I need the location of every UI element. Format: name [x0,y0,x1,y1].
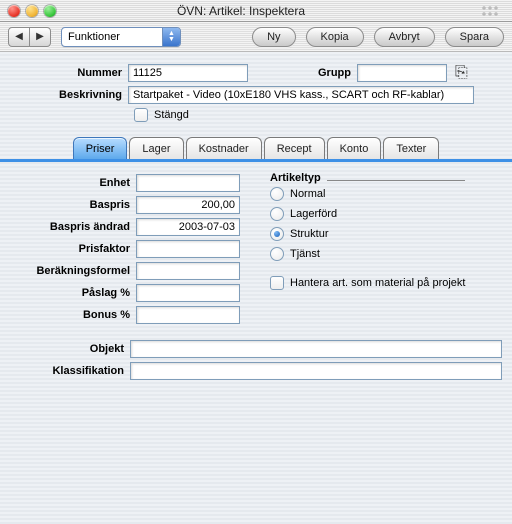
tab-priser-label: Priser [86,143,115,155]
prisfaktor-field[interactable] [136,240,240,258]
radio-icon [270,187,284,201]
radio-tjanst[interactable]: Tjänst [270,244,465,264]
radio-struktur-label: Struktur [290,228,329,240]
radio-icon [270,207,284,221]
prisfaktor-label: Prisfaktor [6,243,136,255]
nav-back-button[interactable]: ◀ [8,27,30,47]
stangd-label: Stängd [154,109,189,121]
artikeltyp-heading: Artikeltyp [270,172,321,184]
tab-lager-label: Lager [142,143,170,155]
spara-label: Spara [460,31,489,43]
paslag-field[interactable] [136,284,240,302]
klassifikation-field[interactable] [130,362,502,380]
tab-texter-label: Texter [396,143,426,155]
funktioner-label: Funktioner [62,31,126,43]
stangd-checkbox[interactable]: Stängd [134,108,504,122]
kopia-button[interactable]: Kopia [306,27,364,47]
title-bar: ÖVN: Artikel: Inspektera [0,0,512,22]
spara-button[interactable]: Spara [445,27,504,47]
bonus-field[interactable] [136,306,240,324]
radio-lagerford[interactable]: Lagerförd [270,204,465,224]
nummer-label: Nummer [8,67,128,79]
tab-texter[interactable]: Texter [383,137,439,159]
grupp-field[interactable] [357,64,447,82]
tab-priser[interactable]: Priser [73,137,128,159]
berakningsformel-label: Beräkningsformel [6,265,136,277]
kopia-label: Kopia [321,31,349,43]
radio-normal-label: Normal [290,188,325,200]
price-fields: Enhet Baspris Baspris ändrad Prisfaktor … [6,172,246,326]
header-form: Nummer Grupp ⎘ Beskrivning Stängd [0,52,512,128]
nav-forward-button[interactable]: ▶ [29,27,51,47]
toolbar-grip-icon [480,4,504,18]
radio-struktur[interactable]: Struktur [270,224,465,244]
checkbox-icon [270,276,284,290]
tab-lager[interactable]: Lager [129,137,183,159]
avbryt-label: Avbryt [389,31,420,43]
baspris-label: Baspris [6,199,136,211]
material-checkbox[interactable]: Hantera art. som material på projekt [270,276,465,290]
nav-group: ◀ ▶ [8,27,51,47]
nummer-field[interactable] [128,64,248,82]
material-label: Hantera art. som material på projekt [290,277,465,289]
tab-recept[interactable]: Recept [264,137,325,159]
enhet-field[interactable] [136,174,240,192]
triangle-right-icon: ▶ [36,31,44,42]
toolbar: ◀ ▶ Funktioner ▲▼ Ny Kopia Avbryt Spara [0,22,512,52]
triangle-left-icon: ◀ [15,31,23,42]
tab-strip: Priser Lager Kostnader Recept Konto Text… [0,136,512,162]
beskrivning-field[interactable] [128,86,474,104]
grupp-label: Grupp [318,67,351,79]
radio-lagerford-label: Lagerförd [290,208,337,220]
checkbox-icon [134,108,148,122]
paslag-label: Påslag % [6,287,136,299]
radio-icon [270,247,284,261]
radio-normal[interactable]: Normal [270,184,465,204]
radio-icon [270,227,284,241]
objekt-label: Objekt [0,343,130,355]
tab-konto-label: Konto [340,143,369,155]
baspris-andrad-field[interactable] [136,218,240,236]
klassifikation-label: Klassifikation [0,365,130,377]
avbryt-button[interactable]: Avbryt [374,27,435,47]
section-rule [327,180,466,181]
tab-kostnader-label: Kostnader [199,143,249,155]
ny-button[interactable]: Ny [252,27,295,47]
enhet-label: Enhet [6,177,136,189]
tab-recept-label: Recept [277,143,312,155]
wide-fields: Objekt Klassifikation [0,338,512,382]
attachment-icon[interactable]: ⎘ [455,64,468,82]
berakningsformel-field[interactable] [136,262,240,280]
bonus-label: Bonus % [6,309,136,321]
tab-kostnader[interactable]: Kostnader [186,137,262,159]
window-title: ÖVN: Artikel: Inspektera [2,4,480,18]
baspris-field[interactable] [136,196,240,214]
baspris-andrad-label: Baspris ändrad [6,221,136,233]
artikeltyp-group: Artikeltyp Normal Lagerförd Struktur Tjä… [270,172,465,326]
tab-konto[interactable]: Konto [327,137,382,159]
objekt-field[interactable] [130,340,502,358]
tab-body-priser: Enhet Baspris Baspris ändrad Prisfaktor … [0,162,512,332]
beskrivning-label: Beskrivning [8,89,128,101]
radio-tjanst-label: Tjänst [290,248,320,260]
funktioner-popup[interactable]: Funktioner ▲▼ [61,27,181,47]
popup-arrows-icon: ▲▼ [162,28,180,46]
ny-label: Ny [267,31,280,43]
